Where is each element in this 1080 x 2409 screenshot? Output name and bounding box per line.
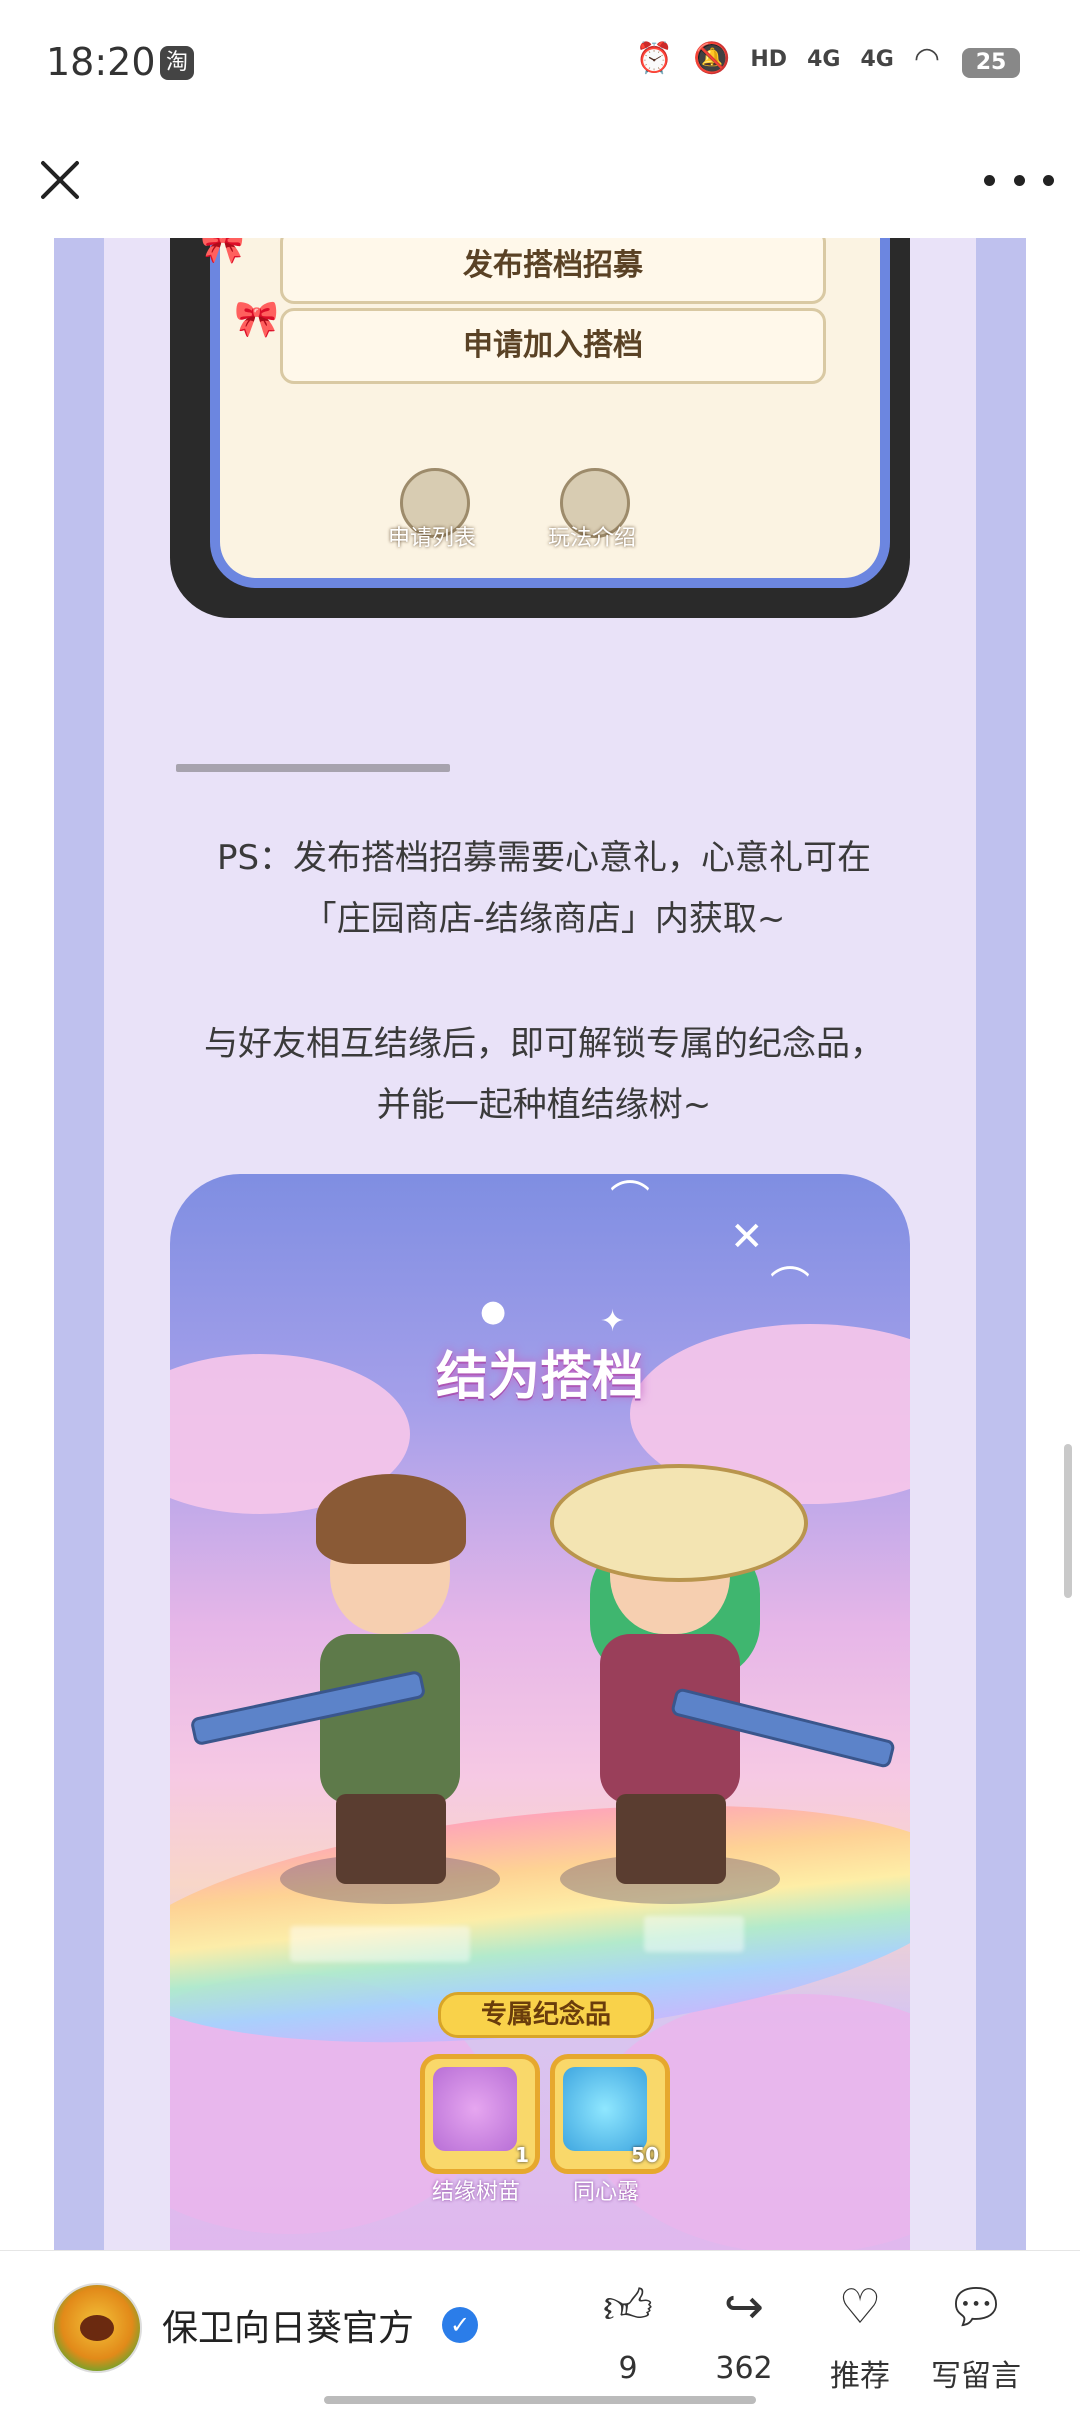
- share-icon: ↪: [723, 2279, 765, 2335]
- hd-icon: HD: [750, 46, 788, 72]
- article-frame: 🎀 发布搭档招募 🎀 申请加入搭档 申请列表 玩法介绍 PS：发布搭档招募需要心…: [54, 238, 1026, 2250]
- bird-icon: ✕: [730, 1214, 764, 1260]
- recommend-label: 推荐: [830, 2359, 890, 2394]
- partner-menu-screenshot: 🎀 发布搭档招募 🎀 申请加入搭档 申请列表 玩法介绍: [170, 238, 910, 618]
- item-count: 1: [515, 2143, 529, 2167]
- status-icons: ⏰ 🔕 HD 4G 4G ◠: [636, 44, 940, 74]
- comment-button[interactable]: 💬︎ 写留言: [916, 2277, 1036, 2395]
- like-count: 9: [618, 2351, 638, 2386]
- verified-icon: ✓: [442, 2307, 478, 2343]
- become-partners-screenshot: ⌒ ✕ ⌒ ● ✦ 结为搭档 专属纪念品 1 结缘树苗 50 同心露: [170, 1174, 910, 2250]
- female-character: [550, 1464, 808, 1894]
- battery-icon: 25: [962, 48, 1020, 78]
- article-content[interactable]: 🎀 发布搭档招募 🎀 申请加入搭档 申请列表 玩法介绍 PS：发布搭档招募需要心…: [0, 238, 1080, 2250]
- section-divider: [176, 764, 450, 772]
- status-bar: 18:20 淘 ⏰ 🔕 HD 4G 4G ◠ 25: [0, 0, 1080, 128]
- sunflower-icon: [80, 2315, 114, 2341]
- heart-icon: ♡: [838, 2279, 882, 2335]
- tree-sapling-icon: [433, 2067, 517, 2151]
- character-legs: [616, 1794, 726, 1884]
- character-legs: [336, 1794, 446, 1884]
- sparkle-icon: ●: [480, 1294, 507, 1329]
- blurred-player-name: [644, 1916, 744, 1952]
- share-count: 362: [715, 2351, 773, 2386]
- cowboy-hat-icon: [550, 1464, 808, 1582]
- close-icon[interactable]: [28, 148, 92, 212]
- character-body: [320, 1634, 460, 1804]
- souvenir-item-dew: 50: [550, 2054, 670, 2174]
- comment-label: 写留言: [931, 2359, 1021, 2394]
- wifi-icon: ◠: [913, 41, 940, 76]
- bird-icon: ⌒: [610, 1178, 650, 1224]
- paragraph-ps: PS：发布搭档招募需要心意礼，心意礼可在「庄园商店-结缘商店」内获取~: [216, 838, 872, 939]
- gameplay-guide-label: 玩法介绍: [547, 526, 636, 551]
- taobao-notification-icon: 淘: [160, 46, 194, 80]
- souvenir-title: 专属纪念品: [438, 1992, 654, 2038]
- status-time: 18:20: [46, 40, 156, 84]
- item-count: 50: [631, 2143, 659, 2167]
- comment-icon: 💬︎: [945, 2279, 1007, 2335]
- item-label: 同心露: [572, 2180, 639, 2205]
- home-indicator[interactable]: [324, 2396, 756, 2404]
- mute-icon: 🔕: [693, 41, 731, 76]
- signal-4g-icon-1: 4G: [807, 46, 841, 72]
- souvenir-item-sapling: 1: [420, 2054, 540, 2174]
- article-header: [0, 128, 1080, 239]
- bird-icon: ⌒: [770, 1264, 810, 1310]
- signal-4g-icon-2: 4G: [860, 46, 894, 72]
- like-button[interactable]: 👍︎ 9: [568, 2277, 688, 2386]
- apply-join-button: 申请加入搭档: [280, 308, 826, 384]
- become-partners-title: 结为搭档: [435, 1347, 644, 1407]
- scrollbar[interactable]: [1064, 1444, 1072, 1598]
- potion-icon: [563, 2067, 647, 2151]
- article-body: 🎀 发布搭档招募 🎀 申请加入搭档 申请列表 玩法介绍 PS：发布搭档招募需要心…: [104, 238, 976, 2250]
- share-button[interactable]: ↪ 362: [684, 2277, 804, 2386]
- apply-list-label: 申请列表: [387, 526, 476, 551]
- item-label: 结缘树苗: [431, 2180, 520, 2205]
- bow-icon: 🎀: [200, 238, 245, 266]
- thumbs-up-icon: 👍︎: [602, 2279, 654, 2335]
- account-name[interactable]: 保卫向日葵官方: [162, 2299, 414, 2351]
- bow-icon: 🎀: [234, 299, 279, 340]
- publish-recruit-button: 发布搭档招募: [280, 238, 826, 304]
- blurred-player-name: [290, 1926, 470, 1962]
- account-avatar[interactable]: [52, 2283, 142, 2373]
- alarm-icon: ⏰: [635, 41, 674, 76]
- paragraph-souvenir: 与好友相互结缘后，即可解锁专属的纪念品，并能一起种植结缘树~: [204, 1024, 884, 1125]
- character-hair: [316, 1474, 466, 1564]
- bottom-action-bar: 保卫向日葵官方 ✓ 👍︎ 9 ↪ 362 ♡ 推荐 💬︎ 写留言: [0, 2250, 1080, 2409]
- recommend-button[interactable]: ♡ 推荐: [800, 2277, 920, 2395]
- partner-panel: 🎀 发布搭档招募 🎀 申请加入搭档 申请列表 玩法介绍: [200, 238, 890, 588]
- more-icon[interactable]: [984, 150, 1054, 210]
